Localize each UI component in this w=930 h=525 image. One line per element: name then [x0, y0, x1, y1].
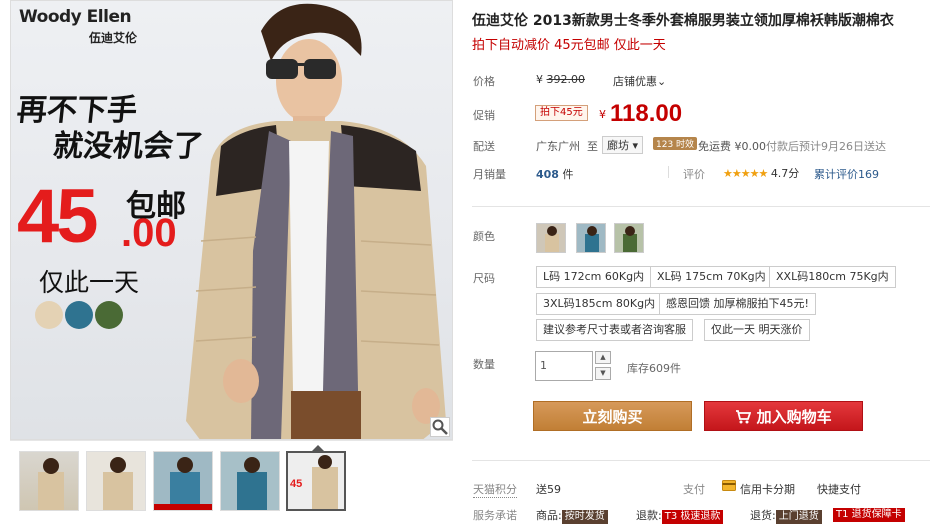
monthly-sales-label: 月销量: [473, 168, 506, 181]
zoom-icon[interactable]: [430, 417, 450, 437]
thumbnail-4[interactable]: [220, 451, 280, 511]
service-goods: 商品: 按时发货: [536, 507, 608, 524]
color-option-blue[interactable]: [576, 223, 606, 253]
size-option-one-day[interactable]: 仅此一天 明天涨价: [704, 319, 810, 341]
delivery-time-badge: 123 时效: [653, 137, 698, 150]
promo-price-integer: 45: [17, 174, 99, 259]
color-option-green[interactable]: [614, 223, 644, 253]
divider: [472, 460, 930, 461]
service-label: 服务承诺: [473, 509, 517, 522]
quantity-decrease-button[interactable]: ▼: [595, 367, 611, 380]
monthly-sales: 408 件: [536, 168, 574, 181]
service-guarantee: T1 退货保障卡: [833, 507, 905, 522]
quantity-input[interactable]: 1: [535, 351, 593, 381]
brand-logo: Woody Ellen: [19, 7, 132, 27]
freight: 免运费 ¥0.00: [698, 140, 766, 153]
color-swatch-green: [95, 301, 123, 329]
quantity-label: 数量: [473, 358, 495, 371]
delivery-label: 配送: [473, 140, 495, 153]
delivery-city-select[interactable]: 廊坊 ▾: [602, 136, 644, 154]
cart-icon: [735, 408, 756, 426]
color-swatch-blue: [65, 301, 93, 329]
color-swatch-khaki: [35, 301, 63, 329]
chevron-down-icon: ⌄: [657, 75, 667, 88]
original-price: ¥ 392.00: [536, 73, 585, 86]
size-label: 尺码: [473, 272, 495, 285]
chevron-down-icon: ▾: [632, 139, 639, 152]
model-figure: [186, 3, 446, 439]
delivery-estimate: 付款后预计9月26日送达: [766, 140, 886, 153]
promo-tag: 拍下45元: [535, 105, 588, 121]
add-to-cart-label: 加入购物车: [756, 408, 832, 426]
promo-currency: ¥: [599, 108, 606, 121]
service-refund: 退款: T3 极速退款: [636, 507, 724, 524]
promo-label: 促销: [473, 109, 495, 122]
payment-label: 支付: [683, 483, 705, 496]
size-option-xxl[interactable]: XXL码180cm 75Kg内: [769, 266, 896, 288]
shop-discount-dropdown[interactable]: 店铺优惠⌄: [613, 73, 666, 89]
credit-card-installment: 信用卡分期: [740, 483, 795, 496]
promo-one-day: 仅此一天: [39, 268, 140, 297]
buy-now-button[interactable]: 立刻购买: [533, 401, 692, 431]
divider: [472, 206, 930, 207]
color-option-khaki[interactable]: [536, 223, 566, 253]
divider: [668, 166, 669, 178]
size-option-l[interactable]: L码 172cm 60Kg内: [536, 266, 652, 288]
total-reviews-link[interactable]: 累计评价169: [814, 166, 879, 182]
points-value: 送59: [536, 483, 561, 496]
delivery-from: 广东广州: [536, 140, 580, 153]
size-option-3xl[interactable]: 3XL码185cm 80Kg内: [536, 293, 663, 315]
color-label: 颜色: [473, 230, 495, 243]
product-main-image[interactable]: Woody Ellen 伍迪艾伦 再不下手 就没机会了 45 包邮 .00 仅此…: [10, 0, 453, 440]
price-label: 价格: [473, 75, 495, 88]
rating-stars: ★★★★★ 4.7分: [723, 167, 800, 180]
service-return: 退货: 上门退货: [750, 507, 822, 524]
delivery-to-word: 至: [587, 140, 598, 153]
promo-headline: 再不下手 就没机会了: [11, 93, 209, 165]
product-subtitle: 拍下自动减价 45元包邮 仅此一天: [472, 38, 666, 53]
credit-card-icon: [722, 480, 736, 494]
stock: 库存609件: [627, 362, 681, 375]
size-option-promo[interactable]: 感恩回馈 加厚棉服拍下45元!: [659, 293, 816, 315]
thumbnail-3[interactable]: [153, 451, 213, 511]
add-to-cart-button[interactable]: 加入购物车: [704, 401, 863, 431]
thumbnail-5[interactable]: 45: [286, 451, 346, 511]
points-label[interactable]: 天猫积分: [473, 481, 517, 498]
quick-pay: 快捷支付: [817, 483, 861, 496]
brand-logo-chinese: 伍迪艾伦: [89, 31, 138, 45]
size-option-consult[interactable]: 建议参考尺寸表或者咨询客服: [536, 319, 693, 341]
thumbnail-1[interactable]: [19, 451, 79, 511]
svg-text:45: 45: [290, 478, 302, 490]
thumbnail-2[interactable]: [86, 451, 146, 511]
promo-price: 118.00: [610, 100, 683, 127]
promo-price-decimal: .00: [121, 211, 177, 255]
promo-line-2: 就没机会了: [51, 129, 205, 164]
size-option-xl[interactable]: XL码 175cm 70Kg内: [650, 266, 773, 288]
promo-line-1: 再不下手: [15, 93, 139, 128]
quantity-increase-button[interactable]: ▲: [595, 351, 611, 364]
rating-label: 评价: [683, 168, 705, 181]
product-title: 伍迪艾伦 2013新款男士冬季外套棉服男装立领加厚棉袄韩版潮棉衣: [472, 13, 894, 29]
